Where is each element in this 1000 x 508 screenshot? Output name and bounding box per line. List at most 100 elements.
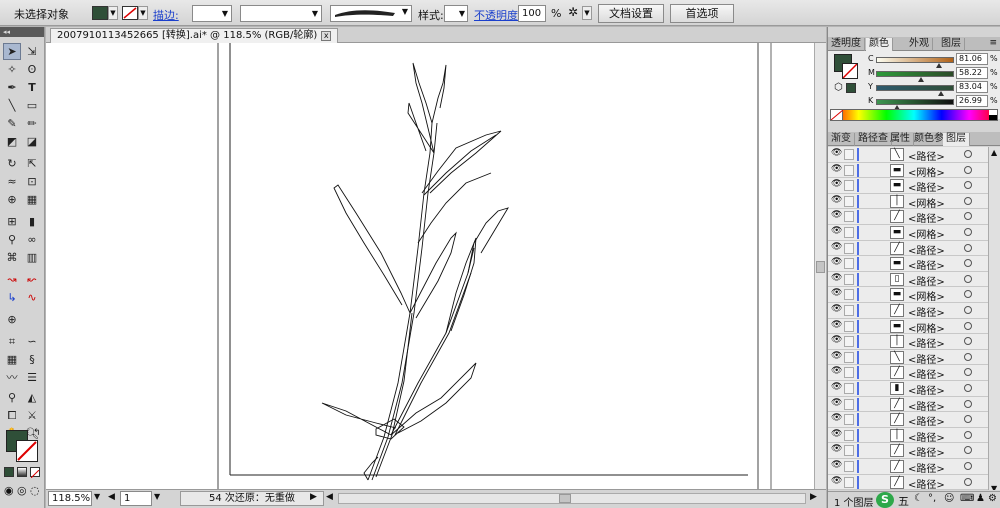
- lock-toggle[interactable]: [844, 320, 854, 332]
- visibility-eye-icon[interactable]: 👁︎: [831, 273, 842, 283]
- lock-toggle[interactable]: [844, 273, 854, 285]
- layer-name[interactable]: <网格>: [908, 320, 945, 335]
- tab-attributes[interactable]: 属性: [887, 133, 914, 146]
- fill-swatch[interactable]: [92, 6, 108, 20]
- status-menu-icon[interactable]: ▶: [310, 492, 317, 502]
- close-icon[interactable]: x: [321, 31, 332, 41]
- layer-name[interactable]: <路径>: [908, 304, 945, 319]
- knife-tool-icon[interactable]: ⚔: [23, 407, 41, 424]
- visibility-eye-icon[interactable]: 👁︎: [831, 398, 842, 408]
- target-circle-icon[interactable]: [964, 274, 972, 283]
- gradient-tool-icon[interactable]: ▮: [23, 213, 41, 230]
- line-tool-icon[interactable]: ╲: [3, 97, 21, 114]
- visibility-eye-icon[interactable]: 👁︎: [831, 226, 842, 236]
- color-panel-stroke-swatch[interactable]: [842, 63, 858, 79]
- slider-track[interactable]: [876, 71, 954, 77]
- layer-row[interactable]: 👁︎ ╱ <路径>: [828, 241, 988, 257]
- blob-brush-tool-icon[interactable]: ◩: [3, 133, 21, 150]
- rectangle-tool-icon[interactable]: ▭: [23, 97, 41, 114]
- scroll-left-icon[interactable]: ◀: [326, 492, 333, 502]
- target-circle-icon[interactable]: [964, 290, 972, 299]
- tab-transparency[interactable]: 透明度: [828, 38, 865, 51]
- layer-row[interactable]: 👁︎ ╱ <路径>: [828, 412, 988, 428]
- tools-panel-header[interactable]: ◂◂: [0, 27, 44, 37]
- slider-track[interactable]: [876, 57, 954, 63]
- layer-row[interactable]: 👁︎ ▬ <路径>: [828, 178, 988, 194]
- layer-name[interactable]: <路径>: [908, 210, 945, 225]
- action-tool-icon-2[interactable]: ↜: [23, 271, 41, 288]
- punctuation-icon[interactable]: °,: [928, 493, 936, 504]
- direct-selection-tool-icon[interactable]: ⇲: [23, 43, 41, 60]
- lock-toggle[interactable]: [844, 164, 854, 176]
- tab-layers[interactable]: 图层: [938, 38, 965, 51]
- visibility-eye-icon[interactable]: 👁︎: [831, 164, 842, 174]
- layer-row[interactable]: 👁︎ ╱ <路径>: [828, 303, 988, 319]
- target-circle-icon[interactable]: [964, 165, 972, 174]
- tab-layers-active[interactable]: 图层: [943, 133, 970, 146]
- ime-mode[interactable]: 五: [898, 493, 909, 508]
- ime-logo-icon[interactable]: S: [876, 492, 894, 508]
- scroll-up-icon[interactable]: ▲: [991, 148, 997, 157]
- lock-toggle[interactable]: [844, 429, 854, 441]
- target-circle-icon[interactable]: [964, 415, 972, 424]
- layer-name[interactable]: <网格>: [908, 288, 945, 303]
- black-color-chip[interactable]: [989, 115, 997, 120]
- tab-gradient[interactable]: 渐变: [828, 133, 855, 146]
- selection-tool-icon[interactable]: ➤: [3, 43, 21, 60]
- lock-toggle[interactable]: [844, 195, 854, 207]
- lock-toggle[interactable]: [844, 351, 854, 363]
- eyedropper-2-tool-icon[interactable]: ⚲: [3, 389, 21, 406]
- layer-name[interactable]: <路径>: [908, 148, 945, 163]
- layer-name[interactable]: <路径>: [908, 179, 945, 194]
- slider-value[interactable]: 58.22: [956, 67, 988, 79]
- smile-icon[interactable]: ☺: [944, 493, 954, 504]
- lock-toggle[interactable]: [844, 367, 854, 379]
- recolor-icon[interactable]: ✲: [568, 5, 578, 19]
- stroke-label[interactable]: 描边:: [153, 7, 179, 23]
- mesh-tool-icon[interactable]: ⊞: [3, 213, 21, 230]
- lock-toggle[interactable]: [844, 258, 854, 270]
- slider-track[interactable]: [876, 99, 954, 105]
- action-tool-icon-4[interactable]: ∿: [23, 289, 41, 306]
- visibility-eye-icon[interactable]: 👁︎: [831, 366, 842, 376]
- layer-row[interactable]: 👁︎ ╱ <路径>: [828, 209, 988, 225]
- list-tool-icon[interactable]: ☰: [23, 369, 41, 386]
- drawing-mode-icon[interactable]: ◉: [4, 484, 14, 497]
- free-transform-tool-icon[interactable]: ⊡: [23, 173, 41, 190]
- visibility-eye-icon[interactable]: 👁︎: [831, 257, 842, 267]
- lock-toggle[interactable]: [844, 149, 854, 160]
- lock-toggle[interactable]: [844, 289, 854, 301]
- target-circle-icon[interactable]: [964, 337, 972, 346]
- rotate-tool-icon[interactable]: ↻: [3, 155, 21, 172]
- target-circle-icon[interactable]: [964, 196, 972, 205]
- lock-toggle[interactable]: [844, 398, 854, 410]
- keyboard-icon[interactable]: ⌨: [960, 493, 974, 504]
- visibility-eye-icon[interactable]: 👁︎: [831, 444, 842, 454]
- target-tool-icon[interactable]: ⊕: [3, 311, 21, 328]
- zoom-field[interactable]: 118.5%: [48, 491, 92, 506]
- pen-tool-icon[interactable]: ✒: [3, 79, 21, 96]
- user-icon[interactable]: ♟: [976, 493, 985, 504]
- visibility-eye-icon[interactable]: 👁︎: [831, 148, 842, 158]
- layer-row[interactable]: 👁︎ ▬ <路径>: [828, 256, 988, 272]
- lock-toggle[interactable]: [844, 242, 854, 254]
- action-tool-icon-3[interactable]: ↳: [3, 289, 21, 306]
- eyedropper-tool-icon[interactable]: ⚲: [3, 231, 21, 248]
- layer-row[interactable]: 👁︎ ▬ <网格>: [828, 225, 988, 241]
- layer-row[interactable]: 👁︎ │ <路径>: [828, 428, 988, 444]
- lock-toggle[interactable]: [844, 305, 854, 316]
- settings-icon[interactable]: ⚙: [988, 493, 997, 504]
- layer-row[interactable]: 👁︎ ╱ <路径>: [828, 397, 988, 413]
- visibility-eye-icon[interactable]: 👁︎: [831, 320, 842, 330]
- layer-name[interactable]: <路径>: [908, 413, 945, 428]
- opacity-field[interactable]: 100: [518, 5, 546, 22]
- canvas[interactable]: [46, 43, 814, 489]
- slider-value[interactable]: 26.99: [956, 95, 988, 107]
- layer-name[interactable]: <路径>: [908, 335, 945, 350]
- layer-name[interactable]: <网格>: [908, 226, 945, 241]
- target-circle-icon[interactable]: [964, 306, 972, 314]
- previous-artboard-icon[interactable]: ◀: [108, 492, 115, 502]
- target-circle-icon[interactable]: [964, 384, 972, 392]
- visibility-eye-icon[interactable]: 👁︎: [831, 195, 842, 205]
- target-circle-icon[interactable]: [964, 212, 972, 221]
